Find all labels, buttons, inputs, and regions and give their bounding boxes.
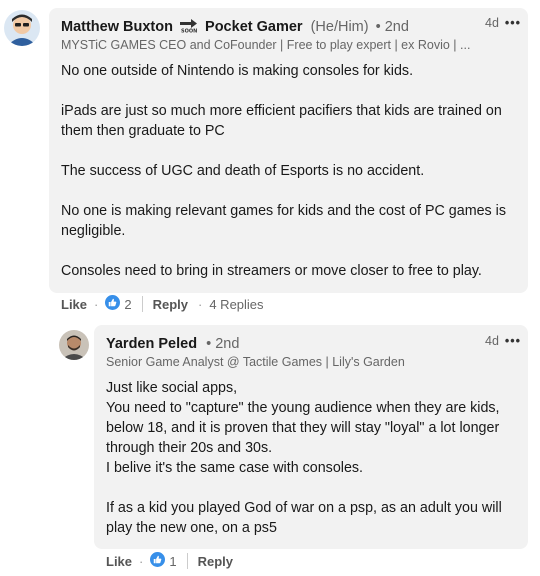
divider (141, 296, 143, 312)
comment-actions: Like · 2 Reply · 4 Replies (61, 295, 264, 313)
comment-author-name[interactable]: Matthew Buxton (61, 19, 173, 35)
reply-timestamp: 4d (485, 334, 499, 348)
reply-meta: 4d ••• (485, 334, 521, 348)
more-horizontal-icon[interactable]: ••• (505, 334, 521, 348)
reply-author-headline: Senior Game Analyst @ Tactile Games | Li… (106, 355, 405, 369)
reply-line: You need to "capture" the young audience… (106, 400, 500, 456)
soon-arrow-icon: SOON (179, 18, 199, 37)
like-button[interactable]: Like (106, 554, 132, 569)
reply-actions: Like · 1 Reply (106, 552, 233, 570)
reply-author-line: Yarden Peled • 2nd (106, 336, 239, 352)
replies-link[interactable]: 4 Replies (209, 297, 263, 312)
comment-paragraph: Consoles need to bring in streamers or m… (61, 263, 482, 279)
comment-paragraph: iPads are just so much more efficient pa… (61, 103, 502, 139)
comment-meta: 4d ••• (485, 16, 521, 30)
reply-paragraph: If as a kid you played God of war on a p… (106, 500, 502, 536)
comment-author-line: Matthew Buxton SOON Pocket Gamer (He/Him… (61, 18, 409, 37)
avatar-matthew-buxton[interactable] (4, 10, 40, 46)
svg-text:SOON: SOON (181, 29, 197, 34)
comment-author-headline: MYSTiC GAMES CEO and CoFounder | Free to… (61, 38, 471, 52)
separator-dot: · (198, 296, 203, 312)
comment-timestamp: 4d (485, 16, 499, 30)
more-horizontal-icon[interactable]: ••• (505, 16, 521, 30)
reply-button[interactable]: Reply (153, 297, 188, 312)
reply-author-name[interactable]: Yarden Peled (106, 336, 197, 352)
like-count[interactable]: 1 (169, 554, 176, 569)
reply-button[interactable]: Reply (198, 554, 233, 569)
reply-line: Just like social apps, (106, 380, 238, 396)
separator-dot: · (139, 553, 144, 569)
like-count[interactable]: 2 (124, 297, 131, 312)
avatar-yarden-peled[interactable] (59, 330, 89, 360)
comment-paragraph: No one outside of Nintendo is making con… (61, 63, 414, 79)
comment-body: No one outside of Nintendo is making con… (61, 61, 523, 281)
thumbs-up-icon[interactable] (150, 552, 166, 570)
thumbs-up-icon[interactable] (105, 295, 121, 313)
separator-dot: · (94, 296, 99, 312)
comment-connection-degree: • 2nd (375, 19, 409, 35)
divider (186, 553, 188, 569)
reply-line: I belive it's the same case with console… (106, 460, 364, 476)
reply-connection-degree: • 2nd (206, 336, 240, 352)
comment-author-pronouns: (He/Him) (310, 19, 369, 35)
like-button[interactable]: Like (61, 297, 87, 312)
comment-paragraph: No one is making relevant games for kids… (61, 203, 507, 239)
comment-author-company[interactable]: Pocket Gamer (205, 19, 303, 35)
reply-body: Just like social apps, You need to "capt… (106, 378, 520, 538)
comment-paragraph: The success of UGC and death of Esports … (61, 163, 425, 179)
